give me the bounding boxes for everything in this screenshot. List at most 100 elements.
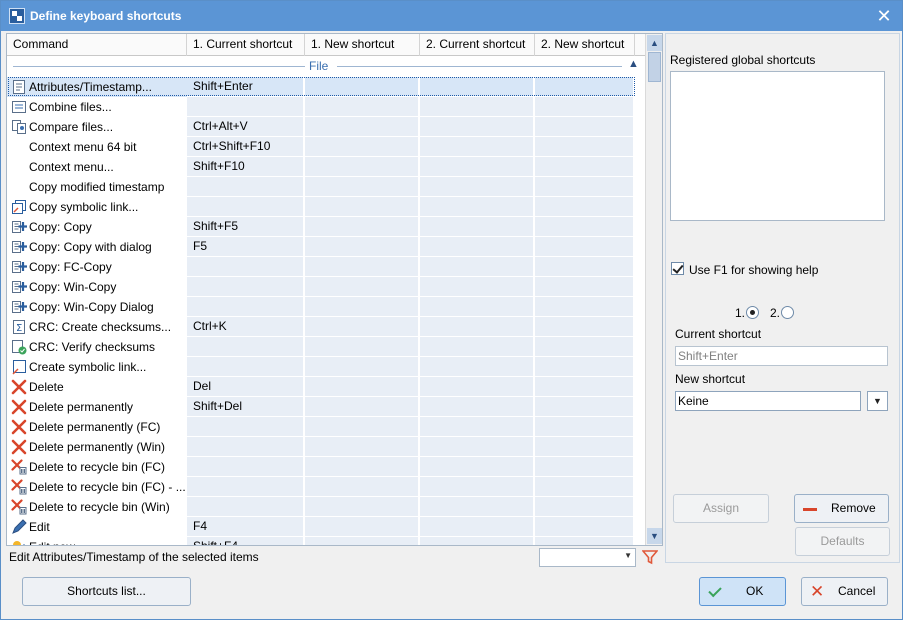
current-shortcut-1-cell[interactable]: [187, 297, 305, 316]
command-cell[interactable]: Σ CRC: Create checksums...: [7, 317, 187, 337]
current-shortcut-1-cell[interactable]: Shift+Del: [187, 397, 305, 416]
table-row[interactable]: Delete to recycle bin (Win): [7, 497, 645, 517]
current-shortcut-1-cell[interactable]: Shift+F5: [187, 217, 305, 236]
current-shortcut-2-cell[interactable]: [420, 117, 535, 136]
current-shortcut-2-cell[interactable]: [420, 377, 535, 396]
new-shortcut-1-cell[interactable]: [305, 377, 420, 396]
new-shortcut-2-cell[interactable]: [535, 477, 635, 496]
command-cell[interactable]: Copy: FC-Copy: [7, 257, 187, 277]
current-shortcut-2-cell[interactable]: [420, 297, 535, 316]
col-header-new-1[interactable]: 1. New shortcut: [305, 34, 420, 56]
col-header-current-1[interactable]: 1. Current shortcut: [187, 34, 305, 56]
new-shortcut-1-cell[interactable]: [305, 237, 420, 256]
command-cell[interactable]: Compare files...: [7, 117, 187, 137]
chevron-down-icon[interactable]: ▼: [624, 551, 632, 560]
table-row[interactable]: Copy: Win-Copy: [7, 277, 645, 297]
new-shortcut-1-cell[interactable]: [305, 97, 420, 116]
new-shortcut-2-cell[interactable]: [535, 417, 635, 436]
table-row[interactable]: Copy modified timestamp: [7, 177, 645, 197]
current-shortcut-2-cell[interactable]: [420, 337, 535, 356]
current-shortcut-2-cell[interactable]: [420, 457, 535, 476]
vertical-scrollbar[interactable]: ▲ ▼: [645, 34, 662, 545]
table-row[interactable]: Combine files...: [7, 97, 645, 117]
radio-shortcut-1[interactable]: [746, 306, 759, 319]
command-cell[interactable]: Copy: Copy with dialog: [7, 237, 187, 257]
current-shortcut-1-cell[interactable]: Del: [187, 377, 305, 396]
col-header-current-2[interactable]: 2. Current shortcut: [420, 34, 535, 56]
table-row[interactable]: Create symbolic link...: [7, 357, 645, 377]
current-shortcut-2-cell[interactable]: [420, 537, 535, 545]
table-row[interactable]: Delete to recycle bin (FC) - ...: [7, 477, 645, 497]
table-row[interactable]: Copy symbolic link...: [7, 197, 645, 217]
filter-select[interactable]: ▼: [539, 548, 636, 567]
table-row[interactable]: Delete permanently Shift+Del: [7, 397, 645, 417]
current-shortcut-2-cell[interactable]: [420, 477, 535, 496]
command-cell[interactable]: Create symbolic link...: [7, 357, 187, 377]
current-shortcut-1-cell[interactable]: Ctrl+K: [187, 317, 305, 336]
command-cell[interactable]: Delete permanently (FC): [7, 417, 187, 437]
table-row[interactable]: Copy: Copy Shift+F5: [7, 217, 645, 237]
table-row[interactable]: Delete Del: [7, 377, 645, 397]
new-shortcut-2-cell[interactable]: [535, 137, 635, 156]
current-shortcut-1-cell[interactable]: [187, 457, 305, 476]
command-cell[interactable]: Copy: Copy: [7, 217, 187, 237]
current-shortcut-2-cell[interactable]: [420, 317, 535, 336]
new-shortcut-2-cell[interactable]: [535, 297, 635, 316]
defaults-button[interactable]: Defaults: [795, 527, 890, 556]
new-shortcut-2-cell[interactable]: [535, 397, 635, 416]
new-shortcut-1-cell[interactable]: [305, 77, 420, 96]
current-shortcut-2-cell[interactable]: [420, 277, 535, 296]
current-shortcut-1-cell[interactable]: [187, 437, 305, 456]
new-shortcut-1-cell[interactable]: [305, 457, 420, 476]
command-cell[interactable]: Delete to recycle bin (Win): [7, 497, 187, 517]
new-shortcut-1-cell[interactable]: [305, 217, 420, 236]
close-icon[interactable]: ✕: [874, 6, 894, 26]
current-shortcut-2-cell[interactable]: [420, 357, 535, 376]
new-shortcut-2-cell[interactable]: [535, 77, 635, 96]
new-shortcut-1-cell[interactable]: [305, 277, 420, 296]
current-shortcut-1-cell[interactable]: [187, 357, 305, 376]
new-shortcut-1-cell[interactable]: [305, 397, 420, 416]
current-shortcut-2-cell[interactable]: [420, 137, 535, 156]
current-shortcut-2-cell[interactable]: [420, 97, 535, 116]
new-shortcut-dropdown[interactable]: ▼: [867, 391, 888, 411]
new-shortcut-1-cell[interactable]: [305, 337, 420, 356]
table-row[interactable]: Delete to recycle bin (FC): [7, 457, 645, 477]
command-cell[interactable]: Combine files...: [7, 97, 187, 117]
new-shortcut-1-cell[interactable]: [305, 317, 420, 336]
table-row[interactable]: Delete permanently (FC): [7, 417, 645, 437]
current-shortcut-1-cell[interactable]: [187, 197, 305, 216]
new-shortcut-1-cell[interactable]: [305, 537, 420, 545]
new-shortcut-2-cell[interactable]: [535, 337, 635, 356]
command-cell[interactable]: Context menu...: [7, 157, 187, 177]
current-shortcut-2-cell[interactable]: [420, 157, 535, 176]
command-cell[interactable]: Edit new...: [7, 537, 187, 545]
new-shortcut-1-cell[interactable]: [305, 197, 420, 216]
help-checkbox[interactable]: [671, 262, 684, 275]
col-header-new-2[interactable]: 2. New shortcut: [535, 34, 635, 56]
new-shortcut-1-cell[interactable]: [305, 437, 420, 456]
new-shortcut-field[interactable]: Keine: [675, 391, 861, 411]
new-shortcut-1-cell[interactable]: [305, 177, 420, 196]
ok-button[interactable]: OK: [699, 577, 786, 606]
table-row[interactable]: Copy: Copy with dialog F5: [7, 237, 645, 257]
cancel-button[interactable]: ✕ Cancel: [801, 577, 888, 606]
registered-shortcuts-list[interactable]: [670, 71, 885, 221]
new-shortcut-2-cell[interactable]: [535, 537, 635, 545]
current-shortcut-2-cell[interactable]: [420, 257, 535, 276]
scroll-up-icon[interactable]: ▲: [647, 35, 662, 51]
command-cell[interactable]: Delete: [7, 377, 187, 397]
table-row[interactable]: Delete permanently (Win): [7, 437, 645, 457]
current-shortcut-1-cell[interactable]: F4: [187, 517, 305, 536]
command-cell[interactable]: Copy: Win-Copy Dialog: [7, 297, 187, 317]
current-shortcut-1-cell[interactable]: [187, 257, 305, 276]
new-shortcut-2-cell[interactable]: [535, 217, 635, 236]
new-shortcut-1-cell[interactable]: [305, 137, 420, 156]
command-cell[interactable]: Copy: Win-Copy: [7, 277, 187, 297]
new-shortcut-1-cell[interactable]: [305, 257, 420, 276]
new-shortcut-2-cell[interactable]: [535, 517, 635, 536]
new-shortcut-2-cell[interactable]: [535, 497, 635, 516]
current-shortcut-1-cell[interactable]: [187, 417, 305, 436]
new-shortcut-2-cell[interactable]: [535, 97, 635, 116]
new-shortcut-1-cell[interactable]: [305, 517, 420, 536]
